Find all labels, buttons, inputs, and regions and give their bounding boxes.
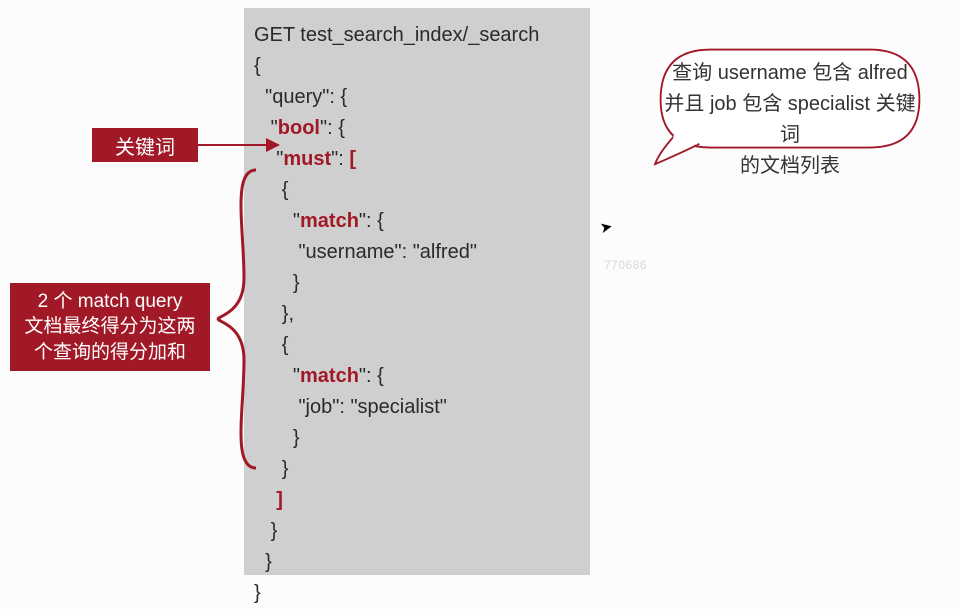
- matchnote-line: 2 个 match query: [24, 289, 195, 315]
- keyword-match: match: [300, 210, 359, 232]
- code-line: "query": {: [254, 82, 580, 113]
- bracket-open: [: [349, 148, 356, 170]
- callout-keyword-text: 关键词: [115, 131, 175, 160]
- keyword-bool: bool: [278, 117, 320, 139]
- matchnote-line: 个查询的得分加和: [24, 340, 195, 366]
- code-line: },: [254, 299, 580, 330]
- speech-line: 并且 job 包含 specialist 关键词: [656, 89, 924, 151]
- speech-line: 查询 username 包含 alfred: [656, 58, 924, 89]
- code-line: "match": {: [254, 361, 580, 392]
- code-line: }: [254, 516, 580, 547]
- code-line: "job": "specialist": [254, 392, 580, 423]
- arrow-keyword: [198, 144, 278, 146]
- code-line: }: [254, 578, 580, 609]
- code-line: }: [254, 423, 580, 454]
- watermark-text: 770686: [604, 258, 647, 272]
- keyword-match: match: [300, 365, 359, 387]
- code-line: {: [254, 175, 580, 206]
- code-line: "match": {: [254, 206, 580, 237]
- keyword-must: must: [283, 148, 331, 170]
- code-line: "must": [: [254, 144, 580, 175]
- code-line: }: [254, 268, 580, 299]
- matchnote-line: 文档最终得分为这两: [24, 314, 195, 340]
- callout-matchnote: 2 个 match query 文档最终得分为这两 个查询的得分加和: [10, 283, 210, 371]
- speech-bubble-text: 查询 username 包含 alfred 并且 job 包含 speciali…: [656, 58, 924, 182]
- code-line: ]: [254, 485, 580, 516]
- code-line: {: [254, 51, 580, 82]
- code-line: GET test_search_index/_search: [254, 20, 580, 51]
- brace-icon: [212, 168, 258, 470]
- code-line: }: [254, 547, 580, 578]
- code-line: }: [254, 454, 580, 485]
- code-line: {: [254, 330, 580, 361]
- bracket-close: ]: [276, 489, 283, 511]
- speech-line: 的文档列表: [656, 151, 924, 182]
- callout-keyword: 关键词: [92, 128, 198, 162]
- code-line: "bool": {: [254, 113, 580, 144]
- cursor-icon: ➤: [598, 217, 614, 237]
- code-line: "username": "alfred": [254, 237, 580, 268]
- code-panel: GET test_search_index/_search { "query":…: [244, 8, 590, 575]
